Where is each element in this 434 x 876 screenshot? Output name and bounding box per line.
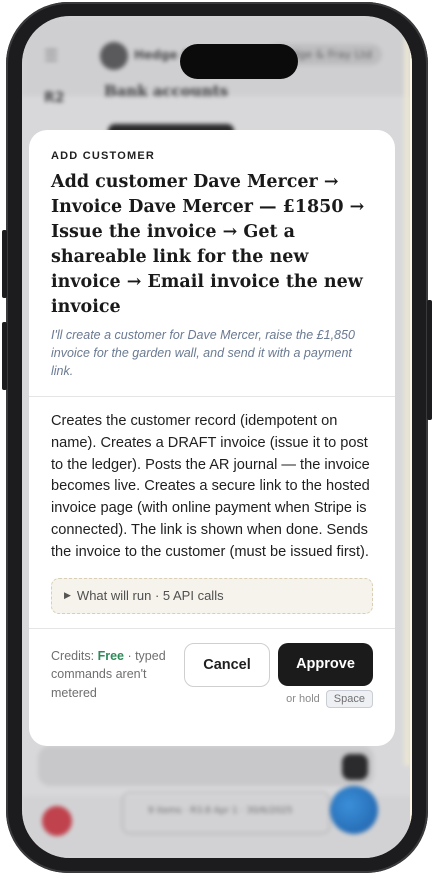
- space-key-hint: Space: [325, 689, 373, 708]
- power-button: [427, 300, 432, 420]
- dialog-description: Creates the customer record (idempotent …: [51, 413, 370, 560]
- phone-screen: ☰ Hedge & Gale Hedge & Fray Ltd R2 Bank …: [22, 16, 412, 858]
- section-badge: R2: [44, 90, 65, 106]
- approve-button[interactable]: Approve: [278, 642, 373, 686]
- background-summary-text: 9 items · R3.8 Apr 1 · 30/6/2025: [148, 806, 293, 816]
- screen-edge: [410, 36, 412, 856]
- volume-button: [2, 322, 7, 390]
- api-calls-summary: What will run · 5 API calls: [76, 588, 224, 604]
- hold-hint: or hold Space: [286, 689, 373, 708]
- api-calls-disclosure[interactable]: ▶ What will run · 5 API calls: [51, 577, 373, 614]
- dialog-subtitle: I'll create a customer for Dave Mercer, …: [51, 328, 355, 378]
- section-title: Bank accounts: [104, 82, 229, 100]
- dialog-header: ADD CUSTOMER Add customer Dave Mercer → …: [29, 130, 395, 396]
- credits-info: Credits: Free · typed commands aren't me…: [51, 647, 181, 703]
- disclosure-triangle-icon: ▶: [64, 590, 71, 601]
- assistant-orb-icon[interactable]: [330, 786, 378, 834]
- company-logo: [100, 42, 128, 70]
- approval-dialog: ADD CUSTOMER Add customer Dave Mercer → …: [29, 130, 395, 746]
- dynamic-island: [180, 44, 298, 79]
- cancel-button[interactable]: Cancel: [184, 642, 270, 687]
- hold-label: or hold: [286, 692, 320, 705]
- credits-value: Free: [97, 648, 124, 663]
- background-action-button[interactable]: [342, 754, 368, 780]
- credits-label: Credits:: [51, 648, 95, 663]
- silent-switch: [2, 230, 7, 298]
- dialog-title: Add customer Dave Mercer → Invoice Dave …: [51, 172, 365, 317]
- notification-badge[interactable]: [42, 806, 72, 836]
- menu-icon[interactable]: ☰: [44, 46, 58, 65]
- dialog-eyebrow: ADD CUSTOMER: [51, 150, 156, 162]
- dialog-footer: Credits: Free · typed commands aren't me…: [29, 629, 395, 729]
- background-card: [38, 746, 374, 786]
